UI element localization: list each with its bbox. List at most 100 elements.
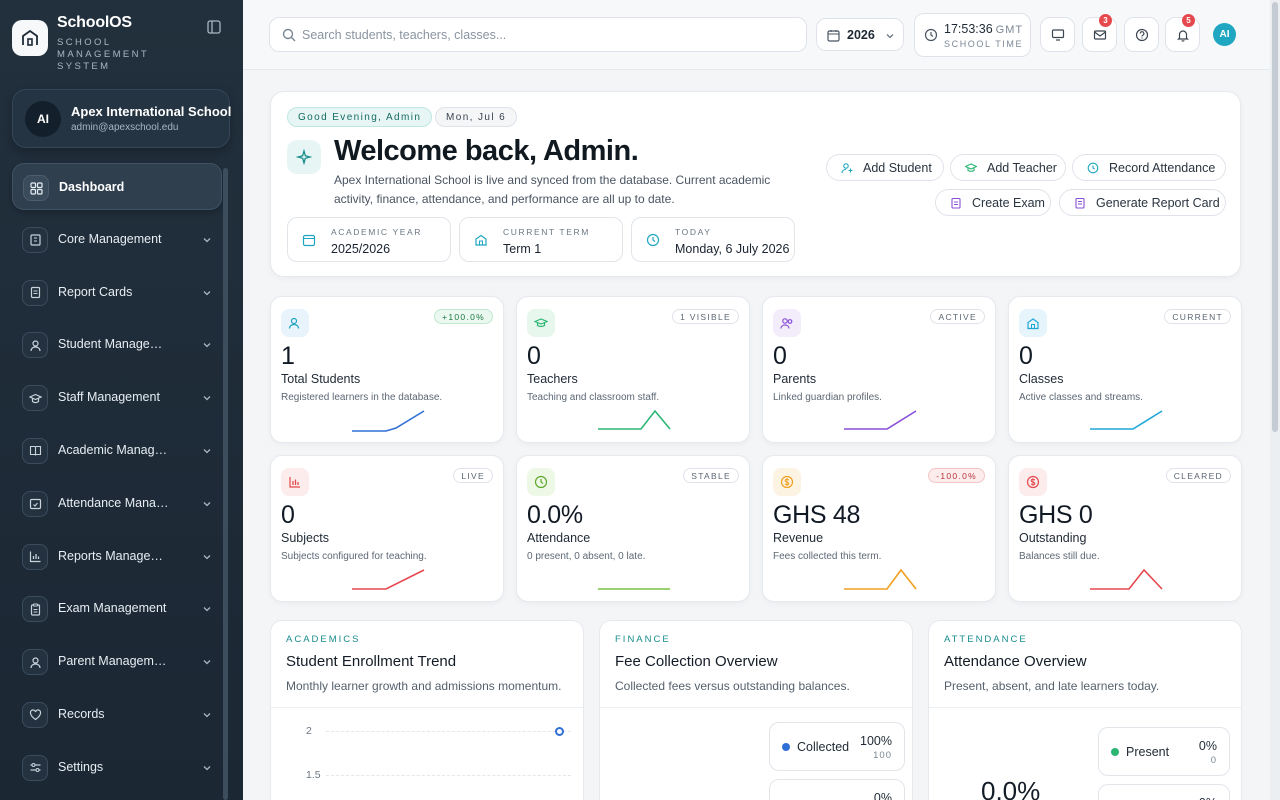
sidebar-item-dashboard[interactable]: Dashboard: [12, 163, 222, 210]
action-label: Generate Report Card: [1096, 195, 1220, 210]
search-box[interactable]: [269, 17, 807, 52]
kpi-card-subjects[interactable]: LIVE 0 Subjects Subjects configured for …: [270, 455, 504, 602]
y-tick-label: 2: [306, 725, 312, 737]
legend-label: Present: [1126, 745, 1170, 759]
monitor-button[interactable]: [1040, 17, 1075, 52]
kpi-card-attendance[interactable]: STABLE 0.0% Attendance 0 present, 0 abse…: [516, 455, 750, 602]
sidebar-item-parent-management[interactable]: Parent Management: [12, 638, 222, 685]
data-point[interactable]: [555, 727, 564, 736]
school-logo-icon[interactable]: [12, 20, 48, 56]
chevron-down-icon: [203, 713, 211, 718]
greeting-pill: Good Evening, Admin: [287, 107, 433, 127]
graduation-cap-icon: [22, 385, 48, 412]
sidebar-item-reports-management[interactable]: Reports Management: [12, 533, 222, 580]
notifications-badge: 5: [1182, 14, 1195, 27]
monitor-icon: [1051, 28, 1064, 41]
sidebar-item-exam-management[interactable]: Exam Management: [12, 585, 222, 632]
help-icon: [1135, 28, 1148, 41]
search-input[interactable]: [302, 18, 792, 51]
chevron-down-icon: [203, 501, 211, 507]
kpi-card-teachers[interactable]: 1 VISIBLE 0 Teachers Teaching and classr…: [516, 296, 750, 443]
panel-title: Student Enrollment Trend: [286, 653, 457, 670]
clock-icon: [1087, 162, 1099, 174]
create-exam-button[interactable]: Create Exam: [935, 189, 1051, 216]
user-avatar[interactable]: AI: [1213, 23, 1236, 46]
kpi-card-revenue[interactable]: -100.0% GHS 48 Revenue Fees collected th…: [762, 455, 996, 602]
kpi-name: Attendance: [527, 531, 591, 545]
bar-chart-icon: [281, 468, 309, 496]
sidebar-item-student-management[interactable]: Student Management: [12, 321, 222, 368]
sidebar-scrollbar[interactable]: [223, 168, 228, 800]
clock-label: SCHOOL TIME: [944, 39, 1024, 49]
kpi-description: Linked guardian profiles.: [773, 392, 882, 403]
sidebar-item-staff-management[interactable]: Staff Management: [12, 374, 222, 421]
clock-time: 17:53:36: [944, 22, 993, 36]
kpi-card-students[interactable]: +100.0% 1 Total Students Registered lear…: [270, 296, 504, 443]
sidebar-item-label: Settings: [58, 759, 104, 774]
school-avatar: AI: [25, 101, 61, 137]
chevron-down-icon: [203, 660, 211, 665]
main-scrollbar[interactable]: [1270, 0, 1280, 800]
sidebar-item-label: Staff Management: [58, 390, 160, 405]
kpi-name: Outstanding: [1019, 531, 1087, 545]
dollar-icon: [1019, 468, 1047, 496]
sidebar-item-label: Reports Management: [58, 548, 170, 563]
kpi-tag: ACTIVE: [930, 309, 985, 324]
generate-report-card-button[interactable]: Generate Report Card: [1059, 189, 1226, 216]
bell-icon: [1176, 29, 1189, 42]
school-name: Apex International School: [71, 104, 232, 119]
attendance-center-value: 0.0%: [981, 776, 1041, 800]
kpi-card-classes[interactable]: CURRENT 0 Classes Active classes and str…: [1008, 296, 1242, 443]
kpi-value: GHS 0: [1019, 501, 1093, 529]
school-profile-card[interactable]: AI Apex International School admin@apexs…: [12, 89, 232, 148]
chevron-down-icon: [203, 237, 211, 243]
sidebar-item-label: Academic Management: [58, 442, 170, 457]
panel-subtitle: Present, absent, and late learners today…: [944, 679, 1160, 693]
legend-label: Collected: [797, 740, 850, 754]
sidebar-item-academic-management[interactable]: Academic Management: [12, 427, 222, 474]
year-selector[interactable]: 2026: [816, 18, 904, 51]
kpi-value: 0: [281, 501, 295, 529]
kpi-tag: CLEARED: [1165, 468, 1231, 483]
collapse-sidebar-icon[interactable]: [207, 20, 221, 34]
messages-button[interactable]: 3: [1082, 14, 1117, 52]
notifications-button[interactable]: 5: [1165, 14, 1200, 52]
kpi-tag: +100.0%: [434, 309, 493, 324]
brand-subtitle: SCHOOL MANAGEMENT SYSTEM: [57, 37, 149, 72]
year-value: 2026: [847, 28, 875, 42]
kpi-description: Fees collected this term.: [773, 551, 882, 562]
today-card: TODAY Monday, 6 July 2026: [631, 217, 795, 262]
bar-chart-icon: [22, 543, 48, 570]
add-teacher-button[interactable]: Add Teacher: [950, 154, 1066, 181]
kpi-value: 0.0%: [527, 501, 583, 529]
stat-label: TODAY: [675, 227, 712, 237]
sidebar-item-label: Dashboard: [59, 180, 125, 194]
sidebar-item-records[interactable]: Records: [12, 691, 222, 738]
legend-count: 100: [873, 750, 892, 761]
sidebar-item-label: Records: [58, 706, 105, 721]
kpi-card-outstanding[interactable]: CLEARED GHS 0 Outstanding Balances still…: [1008, 455, 1242, 602]
sidebar-item-attendance-management[interactable]: Attendance Management: [12, 480, 222, 527]
sparkline: [1090, 568, 1163, 590]
kpi-tag: STABLE: [683, 468, 739, 483]
user-plus-icon: [841, 163, 853, 174]
kpi-name: Classes: [1019, 372, 1064, 386]
kpi-tag: -100.0%: [928, 468, 985, 483]
welcome-title: Welcome back, Admin.: [334, 135, 639, 167]
kpi-card-parents[interactable]: ACTIVE 0 Parents Linked guardian profile…: [762, 296, 996, 443]
sparkline: [844, 410, 917, 430]
stat-value: 2025/2026: [331, 242, 391, 256]
sidebar-item-report-cards[interactable]: Report Cards: [12, 269, 222, 316]
help-button[interactable]: [1124, 17, 1159, 52]
record-attendance-button[interactable]: Record Attendance: [1072, 154, 1226, 181]
action-label: Record Attendance: [1109, 160, 1216, 175]
grid-line: [326, 731, 571, 732]
building-icon: [22, 226, 48, 253]
sidebar-item-settings[interactable]: Settings: [12, 744, 222, 791]
kpi-name: Revenue: [773, 531, 824, 545]
add-student-button[interactable]: Add Student: [826, 154, 944, 181]
sidebar-item-core-management[interactable]: Core Management: [12, 216, 222, 263]
panel-subtitle: Collected fees versus outstanding balanc…: [615, 679, 850, 693]
messages-badge: 3: [1099, 14, 1112, 27]
kpi-name: Subjects: [281, 531, 329, 545]
